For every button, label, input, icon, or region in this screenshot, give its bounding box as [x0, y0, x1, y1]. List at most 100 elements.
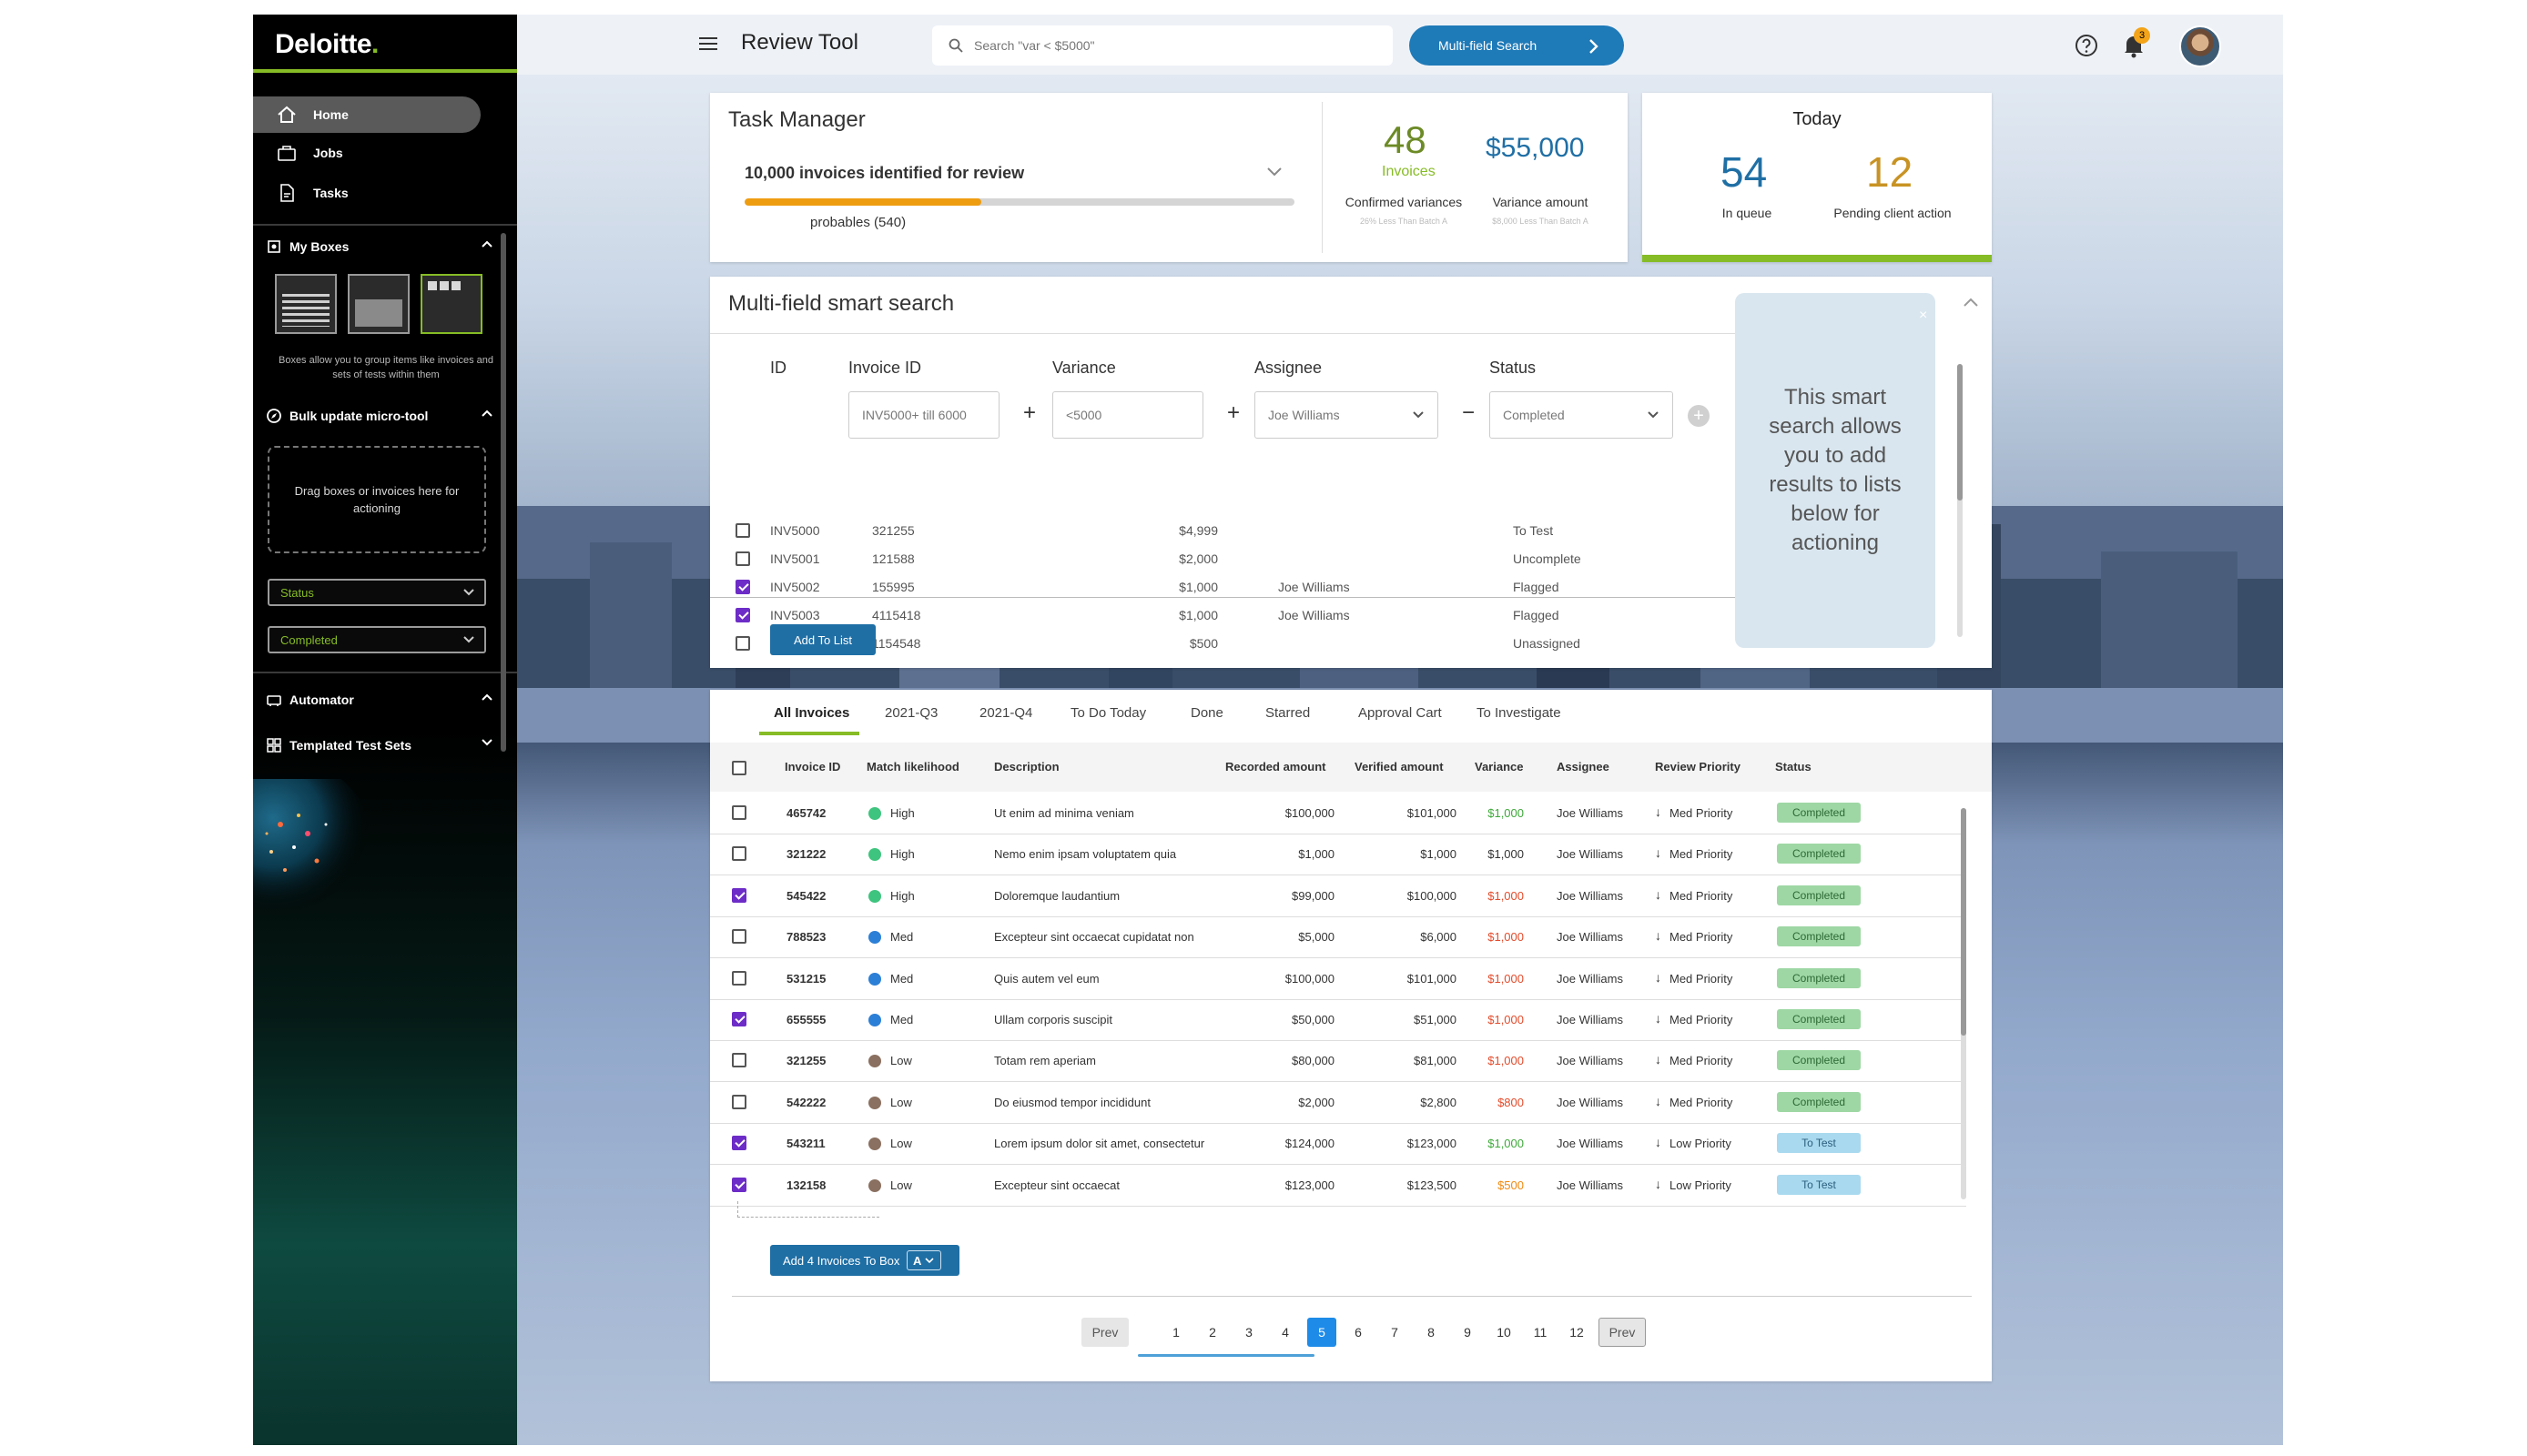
row-checkbox[interactable] [732, 1012, 746, 1026]
invoice-id[interactable]: 543211 [787, 1137, 826, 1150]
th-status[interactable]: Status [1775, 760, 1812, 774]
tab-to-investigate[interactable]: To Investigate [1477, 690, 1561, 735]
row-checkbox[interactable] [736, 636, 750, 651]
invoice-filter-input[interactable]: INV5000+ till 6000 [848, 391, 1000, 439]
scrollbar-thumb[interactable] [1957, 364, 1963, 500]
tab-all-invoices[interactable]: All Invoices [774, 690, 849, 735]
invoice-id[interactable]: 321222 [787, 847, 826, 861]
deloitte-logo[interactable]: Deloitte. [275, 29, 384, 60]
chevron-up-icon[interactable] [481, 239, 493, 248]
and-operator[interactable]: + [1023, 400, 1036, 426]
row-checkbox[interactable] [736, 608, 750, 622]
status-filter-select[interactable]: Completed [1489, 391, 1673, 439]
invoice-id[interactable]: 132158 [787, 1178, 826, 1192]
user-avatar[interactable] [2179, 25, 2221, 67]
th-verified-amount[interactable]: Verified amount [1355, 760, 1444, 774]
invoice-id[interactable]: 788523 [787, 930, 826, 944]
page-7-button[interactable]: 7 [1380, 1318, 1409, 1347]
add-invoices-to-box-button[interactable]: Add 4 Invoices To Box A [770, 1245, 959, 1276]
page-5-button[interactable]: 5 [1307, 1318, 1336, 1347]
chevron-down-icon[interactable] [481, 738, 493, 747]
search-result-row[interactable]: INV5001 121588 $2,000 Uncomplete [736, 547, 1737, 572]
assignee-filter-select[interactable]: Joe Williams [1254, 391, 1438, 439]
search-input[interactable] [974, 38, 1393, 53]
box-thumbnail[interactable] [275, 274, 337, 334]
not-operator[interactable]: − [1462, 400, 1475, 426]
th-variance[interactable]: Variance [1475, 760, 1524, 774]
row-checkbox[interactable] [732, 929, 746, 945]
table-row[interactable]: 542222 Low Do eiusmod tempor incididunt $2,… [710, 1083, 1966, 1124]
invoice-id[interactable]: 531215 [787, 972, 826, 986]
table-row[interactable]: 788523 Med Excepteur sint occaecat cupidat… [710, 917, 1966, 959]
th-match-likelihood[interactable]: Match likelihood [867, 760, 959, 774]
bulk-field-select[interactable]: Status [268, 579, 486, 606]
tab-to-do-today[interactable]: To Do Today [1071, 690, 1146, 735]
table-row[interactable]: 655555 Med Ullam corporis suscipit $50,000 $… [710, 1000, 1966, 1041]
page-3-button[interactable]: 3 [1234, 1318, 1264, 1347]
box-thumbnail[interactable] [348, 274, 410, 334]
invoice-id[interactable]: 545422 [787, 889, 826, 903]
page-1-button[interactable]: 1 [1162, 1318, 1191, 1347]
templated-test-sets-header[interactable]: Templated Test Sets [266, 733, 493, 757]
tab-done[interactable]: Done [1191, 690, 1223, 735]
select-all-checkbox[interactable] [732, 761, 746, 775]
add-to-list-button[interactable]: Add To List [770, 624, 876, 655]
th-description[interactable]: Description [994, 760, 1060, 774]
chevron-up-icon[interactable] [1963, 297, 1979, 308]
row-checkbox[interactable] [732, 1136, 746, 1151]
row-checkbox[interactable] [732, 1094, 746, 1109]
sidebar-scrollbar[interactable] [501, 233, 506, 752]
tab-2021-q4[interactable]: 2021-Q4 [979, 690, 1032, 735]
invoice-id[interactable]: 465742 [787, 806, 826, 820]
box-select[interactable]: A [907, 1250, 941, 1270]
bulk-value-select[interactable]: Completed [268, 626, 486, 653]
table-row[interactable]: 132158 Low Excepteur sint occaecat $123,000… [710, 1166, 1966, 1207]
sidebar-item-home[interactable]: Home [253, 96, 481, 133]
row-checkbox[interactable] [732, 846, 746, 862]
row-checkbox[interactable] [736, 580, 750, 594]
variance-filter-input[interactable]: <5000 [1052, 391, 1203, 439]
search-box[interactable] [932, 25, 1393, 66]
scrollbar-thumb[interactable] [1961, 808, 1966, 1036]
page-6-button[interactable]: 6 [1344, 1318, 1373, 1347]
th-invoice-id[interactable]: Invoice ID [785, 760, 840, 774]
add-criteria-icon[interactable]: + [1688, 405, 1710, 427]
table-row[interactable]: 545422 High Doloremque laudantium $99,000 $1… [710, 876, 1966, 917]
th-review-priority[interactable]: Review Priority [1655, 760, 1740, 774]
th-recorded-amount[interactable]: Recorded amount [1225, 760, 1326, 774]
invoice-id[interactable]: 321255 [787, 1054, 826, 1067]
menu-icon[interactable] [699, 35, 717, 53]
table-row[interactable]: 531215 Med Quis autem vel eum $100,000 $101,… [710, 959, 1966, 1000]
tab-2021-q3[interactable]: 2021-Q3 [885, 690, 938, 735]
automator-header[interactable]: Automator [266, 688, 493, 712]
row-checkbox[interactable] [732, 1177, 746, 1192]
row-checkbox[interactable] [736, 523, 750, 538]
th-assignee[interactable]: Assignee [1557, 760, 1609, 774]
table-row[interactable]: 321222 High Nemo enim ipsam voluptatem qui… [710, 834, 1966, 876]
page-12-button[interactable]: 12 [1562, 1318, 1591, 1347]
invoice-id[interactable]: 655555 [787, 1013, 826, 1026]
row-checkbox[interactable] [732, 1053, 746, 1068]
prev-page-button[interactable]: Prev [1081, 1318, 1129, 1347]
row-checkbox[interactable] [732, 887, 746, 903]
tab-starred[interactable]: Starred [1265, 690, 1310, 735]
invoice-id[interactable]: 542222 [787, 1096, 826, 1109]
row-checkbox[interactable] [732, 970, 746, 986]
chevron-up-icon[interactable] [481, 409, 493, 418]
sidebar-item-tasks[interactable]: Tasks [253, 175, 481, 211]
tab-approval-cart[interactable]: Approval Cart [1358, 690, 1442, 735]
bulk-update-header[interactable]: Bulk update micro-tool [266, 404, 493, 428]
page-11-button[interactable]: 11 [1526, 1318, 1555, 1347]
search-result-row[interactable]: INV5000 321255 $4,999 To Test [736, 519, 1737, 544]
help-icon[interactable] [2074, 33, 2099, 58]
multi-field-search-button[interactable]: Multi-field Search [1409, 25, 1624, 66]
table-row[interactable]: 321255 Low Totam rem aperiam $80,000 $81,000… [710, 1041, 1966, 1083]
page-2-button[interactable]: 2 [1198, 1318, 1227, 1347]
page-9-button[interactable]: 9 [1453, 1318, 1482, 1347]
search-result-row[interactable]: INV50041154548$500Unassigned [736, 632, 1737, 657]
and-operator[interactable]: + [1227, 400, 1240, 426]
search-result-row[interactable]: INV5003 4115418 $1,000 Joe Williams Flagged [736, 603, 1737, 629]
bulk-drop-zone[interactable]: Drag boxes or invoices here for actionin… [268, 446, 486, 553]
box-thumbnail-selected[interactable] [421, 274, 482, 334]
chevron-down-icon[interactable] [1265, 166, 1284, 178]
